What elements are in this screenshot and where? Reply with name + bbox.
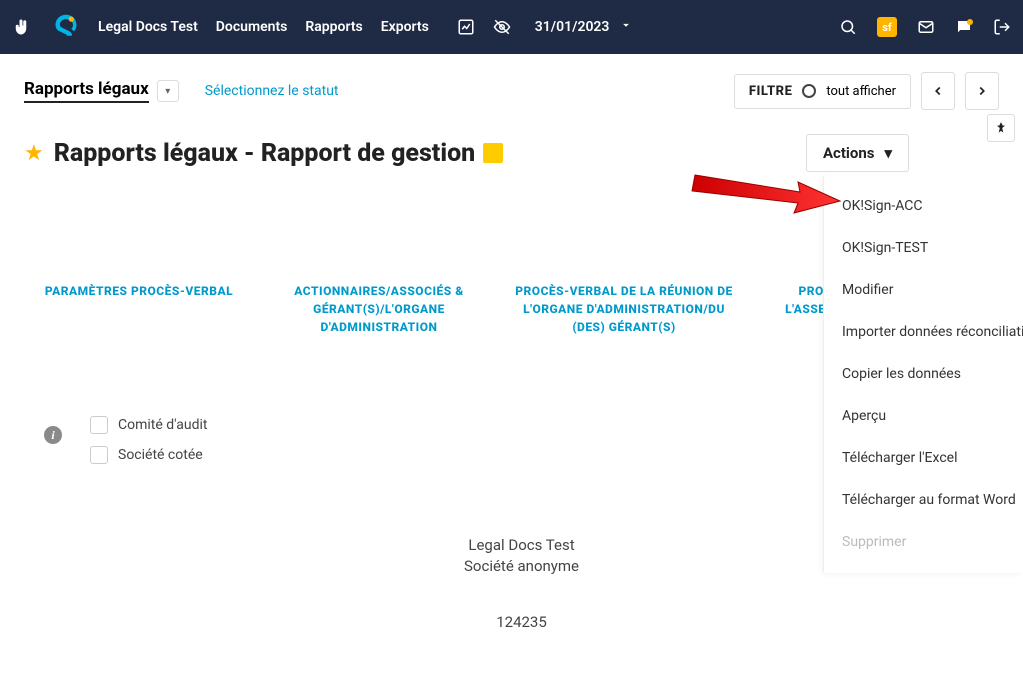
breadcrumb-caret[interactable]: ▾ (157, 80, 179, 102)
date-block[interactable]: 31/01/2023 (535, 18, 634, 36)
company-id: 124235 (44, 613, 999, 631)
actions-button[interactable]: Actions ▾ (806, 134, 909, 172)
checkbox-audit-label: Comité d'audit (118, 417, 207, 433)
nav-exports[interactable]: Exports (381, 19, 429, 35)
star-icon[interactable]: ★ (24, 141, 44, 166)
nav-misc-icons (457, 18, 511, 36)
filter-pager-group: FILTRE tout afficher (734, 72, 999, 110)
date-text: 31/01/2023 (535, 19, 610, 35)
action-okisign-acc[interactable]: OK!Sign-ACC (824, 185, 1023, 227)
navbar-right: sf (839, 17, 1011, 37)
actions-label: Actions (823, 144, 875, 162)
action-importer[interactable]: Importer données réconciliation (824, 311, 1023, 353)
pager-prev[interactable] (921, 72, 955, 110)
title-row: ★ Rapports légaux - Rapport de gestion A… (0, 116, 1023, 182)
chart-icon[interactable] (457, 18, 475, 36)
nav-documents[interactable]: Documents (216, 19, 288, 35)
tab-parametres[interactable]: PARAMÈTRES PROCÈS-VERBAL (34, 282, 244, 336)
filter-text: tout afficher (826, 84, 896, 99)
action-copier[interactable]: Copier les données (824, 353, 1023, 395)
chat-notification-dot (967, 19, 973, 25)
nav-brand[interactable]: Legal Docs Test (98, 19, 198, 35)
info-icon[interactable]: i (44, 426, 62, 444)
caret-down-icon: ▾ (884, 144, 892, 162)
breadcrumb-title[interactable]: Rapports légaux (24, 79, 149, 103)
logo-icon[interactable] (52, 13, 80, 41)
actions-dropdown: OK!Sign-ACC OK!Sign-TEST Modifier Import… (823, 175, 1023, 573)
action-excel[interactable]: Télécharger l'Excel (824, 437, 1023, 479)
page-title: Rapports légaux - Rapport de gestion (54, 139, 476, 168)
action-supprimer: Supprimer (824, 521, 1023, 563)
chat-icon[interactable] (955, 18, 973, 36)
filter-circle-icon (802, 84, 816, 98)
top-navbar: Legal Docs Test Documents Rapports Expor… (0, 0, 1023, 54)
checkbox-audit-row: Comité d'audit (90, 416, 207, 434)
sub-row: Rapports légaux ▾ Sélectionnez le statut… (0, 54, 1023, 116)
mail-icon[interactable] (917, 18, 935, 36)
pin-button[interactable] (987, 114, 1015, 142)
logout-icon[interactable] (993, 18, 1011, 36)
checkbox-group: Comité d'audit Société cotée (90, 416, 207, 476)
checkbox-audit[interactable] (90, 416, 108, 434)
chevron-down-icon (619, 18, 633, 36)
checkbox-listed[interactable] (90, 446, 108, 464)
tab-pv-reunion[interactable]: PROCÈS-VERBAL DE LA RÉUNION DE L'ORGANE … (514, 282, 734, 336)
filter-box[interactable]: FILTRE tout afficher (734, 74, 911, 109)
status-square (483, 143, 503, 163)
tab-actionnaires[interactable]: ACTIONNAIRES/ASSOCIÉS & GÉRANT(S)/L'ORGA… (284, 282, 474, 336)
action-apercu[interactable]: Aperçu (824, 395, 1023, 437)
search-icon[interactable] (839, 18, 857, 36)
checkbox-listed-row: Société cotée (90, 446, 207, 464)
pager-next[interactable] (965, 72, 999, 110)
navbar-left: Legal Docs Test Documents Rapports Expor… (12, 13, 633, 41)
checkbox-listed-label: Société cotée (118, 447, 203, 463)
action-modifier[interactable]: Modifier (824, 269, 1023, 311)
eye-off-icon[interactable] (493, 18, 511, 36)
action-okisign-test[interactable]: OK!Sign-TEST (824, 227, 1023, 269)
filter-label: FILTRE (749, 84, 792, 99)
nav-rapports[interactable]: Rapports (305, 19, 362, 35)
sf-badge[interactable]: sf (877, 17, 897, 37)
action-word[interactable]: Télécharger au format Word (824, 479, 1023, 521)
hand-icon[interactable] (12, 18, 30, 36)
status-link[interactable]: Sélectionnez le statut (205, 83, 339, 99)
